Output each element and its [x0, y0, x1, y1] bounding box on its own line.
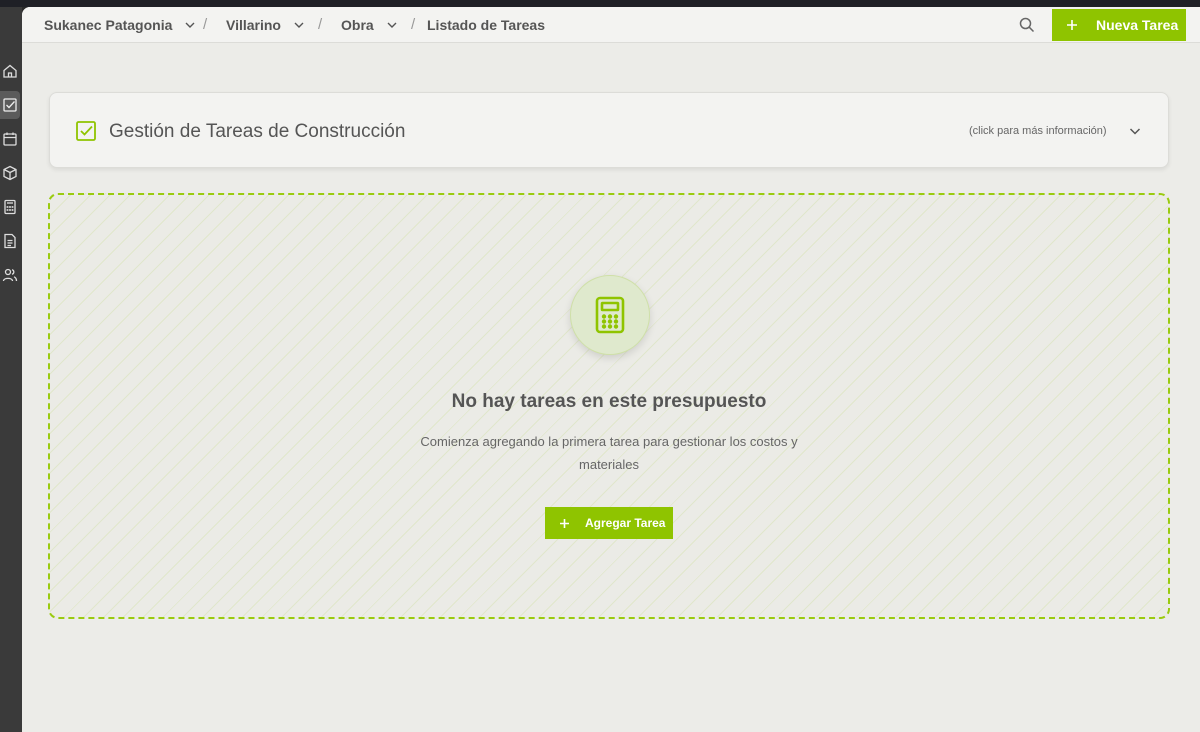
sidebar-item-documents[interactable] — [0, 227, 20, 255]
sidebar-item-budget[interactable] — [0, 193, 20, 221]
calculator-icon — [595, 296, 625, 334]
sidebar-item-calendar[interactable] — [0, 125, 20, 153]
chevron-down-icon — [387, 22, 397, 28]
new-task-button[interactable]: Nueva Tarea — [1052, 9, 1186, 41]
breadcrumb-separator: / — [203, 16, 208, 33]
sidebar — [0, 7, 22, 732]
info-card-hint: (click para más información) — [969, 125, 1107, 137]
add-task-button[interactable]: Agregar Tarea — [545, 507, 673, 539]
sidebar-item-materials[interactable] — [0, 159, 20, 187]
new-task-label: Nueva Tarea — [1096, 17, 1179, 33]
box-icon — [3, 165, 17, 181]
checkbox-icon — [3, 98, 17, 112]
document-icon — [4, 233, 16, 249]
breadcrumb-project[interactable]: Villarino — [226, 7, 305, 43]
sidebar-item-users[interactable] — [0, 261, 20, 289]
search-icon[interactable] — [1018, 16, 1036, 34]
calculator-icon — [4, 199, 16, 215]
info-card[interactable]: Gestión de Tareas de Construcción (click… — [49, 92, 1169, 168]
breadcrumb-separator: / — [318, 16, 323, 33]
chevron-down-icon — [294, 22, 304, 28]
top-bar: Sukanec Patagonia / Villarino / Obra / L… — [22, 7, 1200, 43]
sidebar-item-home[interactable] — [0, 57, 20, 85]
info-card-title: Gestión de Tareas de Construcción — [109, 121, 406, 142]
chevron-down-icon — [185, 22, 195, 28]
breadcrumb-separator: / — [411, 16, 416, 33]
breadcrumb-company[interactable]: Sukanec Patagonia — [44, 7, 196, 43]
breadcrumb-current: Listado de Tareas — [427, 7, 545, 43]
empty-state: No hay tareas en este presupuesto Comien… — [48, 193, 1170, 619]
breadcrumb-stage[interactable]: Obra — [341, 7, 398, 43]
main-content: Sukanec Patagonia / Villarino / Obra / L… — [22, 7, 1200, 732]
empty-state-icon-circle — [570, 275, 650, 355]
home-icon — [3, 64, 17, 78]
breadcrumb-label: Listado de Tareas — [427, 17, 546, 33]
calendar-icon — [3, 132, 17, 146]
empty-state-title: No hay tareas en este presupuesto — [451, 391, 767, 412]
plus-icon — [560, 518, 569, 528]
breadcrumb-label: Villarino — [226, 17, 281, 33]
checkbox-icon — [76, 121, 96, 141]
breadcrumb-label: Obra — [341, 17, 374, 33]
window-top-strip — [0, 0, 1200, 7]
chevron-down-icon[interactable] — [1128, 124, 1142, 138]
add-task-label: Agregar Tarea — [585, 516, 666, 530]
sidebar-item-tasks[interactable] — [0, 91, 20, 119]
empty-state-description: Comienza agregando la primera tarea para… — [420, 434, 798, 472]
breadcrumb-label: Sukanec Patagonia — [44, 17, 173, 33]
plus-icon — [1067, 20, 1077, 30]
users-icon — [2, 268, 18, 282]
